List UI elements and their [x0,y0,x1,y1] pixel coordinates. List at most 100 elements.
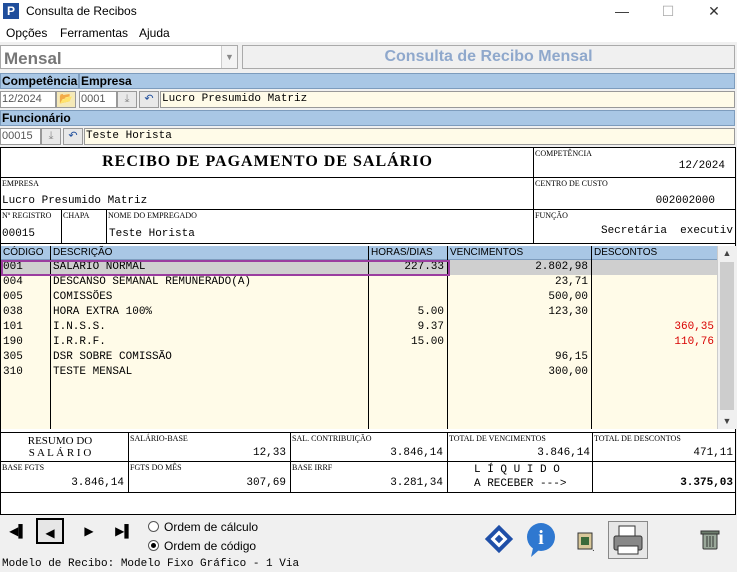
four-way-arrows-icon [484,524,514,554]
registro-value: 00015 [2,228,36,240]
cell-descontos [593,290,714,305]
order-calculo-label: Ordem de cálculo [164,520,259,534]
cell-horas [370,365,444,380]
export-button[interactable]: . [566,521,606,559]
order-codigo-radio[interactable]: Ordem de código [148,539,256,553]
cell-horas [370,290,444,305]
base-irrf-value: 3.281,34 [390,477,443,489]
receipt-title-cell: RECIBO DE PAGAMENTO DE SALÁRIO [1,148,534,178]
chevron-down-icon[interactable]: ▼ [221,46,237,68]
table-row[interactable]: 005 COMISSÕES 500,00 [1,290,717,305]
scroll-up-icon[interactable]: ▲ [718,246,736,261]
payroll-grid[interactable]: CÓDIGO DESCRIÇÃO HORAS/DIAS VENCIMENTOS … [1,246,736,429]
receipt-panel: RECIBO DE PAGAMENTO DE SALÁRIO COMPETÊNC… [0,147,736,515]
base-irrf-caption: BASE IRRF [292,463,333,472]
menu-opcoes[interactable]: Opções [6,26,47,40]
total-vencimentos-caption: TOTAL DE VENCIMENTOS [449,434,546,443]
salario-base-caption: SALÁRIO-BASE [130,434,188,443]
period-select[interactable]: Mensal ▼ [0,45,238,69]
print-button[interactable] [608,521,648,559]
registro-caption: Nº REGISTRO [2,211,52,220]
undo-icon[interactable]: ↶ [139,91,159,108]
empresa-name-field: Lucro Presumido Matriz [160,91,735,108]
base-irrf-cell: BASE IRRF 3.281,34 [291,462,448,493]
centro-custo-cell: CENTRO DE CUSTO 002002000 [534,178,736,210]
sal-contribuicao-value: 3.846,14 [390,447,443,459]
menu-ajuda[interactable]: Ajuda [139,26,170,40]
cell-codigo: 101 [3,321,23,333]
printer-icon [613,525,643,555]
fgts-mes-caption: FGTS DO MÊS [130,463,182,472]
last-record-icon[interactable]: ▶▌ [110,518,138,544]
scroll-down-icon[interactable]: ▼ [718,414,736,429]
funcao-value: Secretária executiv [600,225,733,237]
col-descricao[interactable]: DESCRIÇÃO [51,246,369,260]
col-codigo[interactable]: CÓDIGO [1,246,51,260]
next-record-icon[interactable]: ▶ [75,518,103,544]
cell-descontos [593,305,714,320]
table-row[interactable]: 190 I.R.R.F. 15.00 110,76 [1,335,717,350]
cell-vencimentos: 500,00 [548,291,588,303]
liquido-line2: A RECEBER ---> [474,478,567,490]
minimize-button[interactable]: — [599,0,645,22]
previous-record-icon[interactable]: ◀ [36,518,64,544]
empresa-label: Empresa [79,73,735,89]
nome-caption: NOME DO EMPREGADO [108,211,197,220]
liquido-label-cell: L Í Q U I D O A RECEBER ---> [448,462,593,493]
cell-descontos [593,365,714,380]
app-window: P Consulta de Recibos — ☐ ✕ Opções Ferra… [0,0,737,572]
order-calculo-radio[interactable]: Ordem de cálculo [148,520,258,534]
chapa-cell: CHAPA [62,210,107,244]
first-record-icon[interactable]: ◀▌ [4,518,32,544]
cell-vencimentos: 300,00 [548,366,588,378]
navigation-arrows-button[interactable] [479,521,519,559]
folder-open-icon[interactable]: 📂 [56,91,76,108]
download-arrow-icon[interactable]: ⤓ [41,128,61,145]
delete-button[interactable] [690,521,730,559]
competencia-input[interactable]: 12/2024 [0,91,56,108]
table-row[interactable]: 310 TESTE MENSAL 300,00 [1,365,717,380]
cell-descontos [593,395,714,410]
info-button[interactable]: i [521,521,561,559]
empresa-caption: EMPRESA [2,179,39,188]
empty-table-row[interactable] [1,395,717,410]
sal-contribuicao-caption: SAL. CONTRIBUIÇÃO [292,434,372,443]
undo-icon[interactable]: ↶ [63,128,83,145]
receipt-title: RECIBO DE PAGAMENTO DE SALÁRIO [102,153,433,170]
document-export-icon: . [577,532,595,554]
cell-vencimentos [449,395,588,410]
menu-ferramentas[interactable]: Ferramentas [60,26,128,40]
cell-vencimentos: 123,30 [548,306,588,318]
col-descontos[interactable]: DESCONTOS [592,246,717,260]
receipt-model-status: Modelo de Recibo: Modelo Fixo Gráfico - … [2,558,300,570]
grid-scrollbar[interactable]: ▲ ▼ [717,246,736,429]
cell-horas [370,395,444,410]
liquido-cell: 3.375,03 [593,462,736,493]
cell-codigo: 004 [3,276,23,288]
scroll-thumb[interactable] [720,262,734,410]
col-horas[interactable]: HORAS/DIAS [369,246,448,260]
competencia-value: 12/2024 [678,160,725,172]
table-row[interactable]: 305 DSR SOBRE COMISSÃO 96,15 [1,350,717,365]
empty-table-row[interactable] [1,380,717,395]
download-arrow-icon[interactable]: ⤓ [117,91,137,108]
funcionario-code-input[interactable]: 00015 [0,128,41,145]
close-button[interactable]: ✕ [691,0,737,22]
empty-table-row[interactable] [1,410,717,425]
table-row[interactable]: 038 HORA EXTRA 100% 5.00 123,30 [1,305,717,320]
order-codigo-label: Ordem de código [164,539,257,553]
cell-vencimentos [449,410,588,425]
maximize-button[interactable]: ☐ [645,0,691,22]
cell-vencimentos: 2.802,98 [535,261,588,273]
funcao-caption: FUNÇÃO [535,211,568,220]
table-row[interactable]: 004 DESCANSO SEMANAL REMUNERADO(A) 23,71 [1,275,717,290]
title-bar: P Consulta de Recibos — ☐ ✕ [0,0,737,22]
total-descontos-caption: TOTAL DE DESCONTOS [594,434,681,443]
svg-text:i: i [538,527,544,549]
cell-vencimentos: 96,15 [554,351,588,363]
nome-cell: NOME DO EMPREGADO Teste Horista [107,210,534,244]
empresa-code-input[interactable]: 0001 [79,91,117,108]
col-vencimentos[interactable]: VENCIMENTOS [448,246,592,260]
base-fgts-caption: BASE FGTS [2,463,45,472]
table-row[interactable]: 101 I.N.S.S. 9.37 360,35 [1,320,717,335]
